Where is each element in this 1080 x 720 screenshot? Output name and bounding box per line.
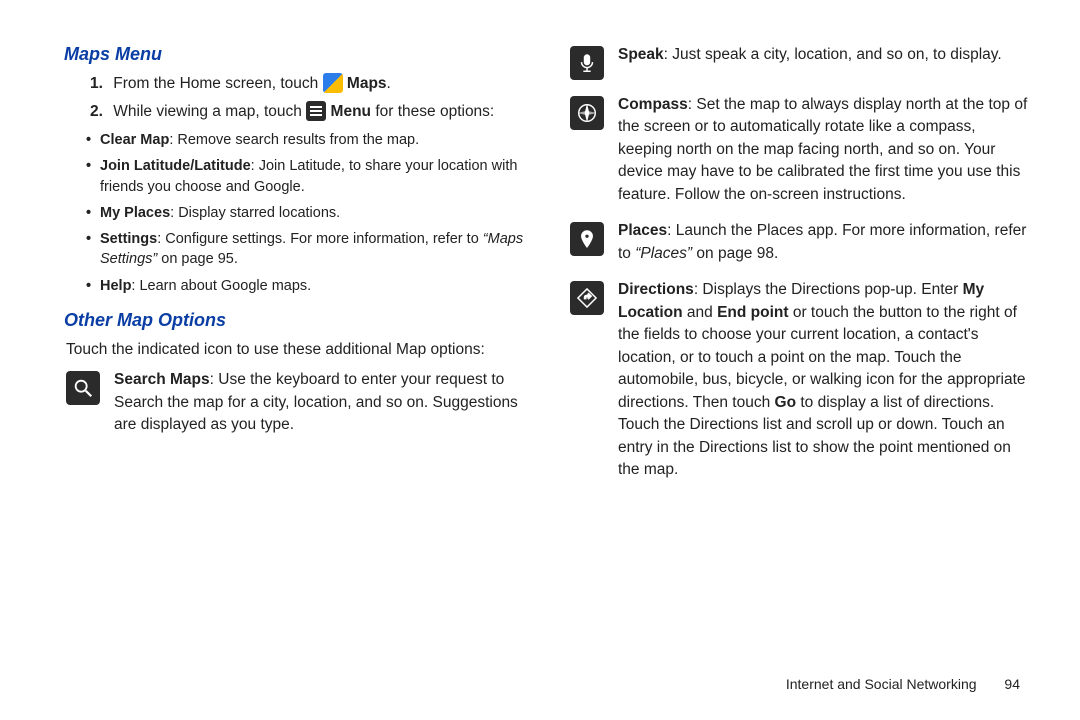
opt-settings: Settings: Configure settings. For more i…	[100, 229, 528, 270]
opt-join-latitude: Join Latitude/Latitude: Join Latitude, t…	[100, 156, 528, 197]
step-number: 2.	[90, 103, 103, 120]
microphone-icon	[570, 46, 604, 80]
opt-clear-map: Clear Map: Remove search results from th…	[100, 130, 528, 150]
speak-text: Speak: Just speak a city, location, and …	[618, 44, 1032, 66]
search-icon	[66, 371, 100, 405]
menu-icon	[306, 101, 326, 121]
compass-text: Compass: Set the map to always display n…	[618, 94, 1032, 206]
step-2: 2. While viewing a map, touch Menu for t…	[104, 101, 528, 123]
maps-app-icon	[323, 73, 343, 93]
numbered-steps: 1. From the Home screen, touch Maps. 2. …	[64, 73, 528, 124]
step-2-suffix: for these options:	[375, 103, 494, 120]
footer-section: Internet and Social Networking	[786, 676, 977, 692]
opt-help: Help: Learn about Google maps.	[100, 276, 528, 296]
manual-page: Maps Menu 1. From the Home screen, touch…	[0, 0, 1080, 516]
step-2-bold: Menu	[331, 103, 371, 120]
heading-maps-menu: Maps Menu	[64, 44, 528, 65]
places-pin-icon	[570, 222, 604, 256]
right-column: Speak: Just speak a city, location, and …	[568, 40, 1032, 496]
directions-text: Directions: Displays the Directions pop-…	[618, 279, 1032, 481]
step-number: 1.	[90, 75, 103, 92]
compass-icon	[570, 96, 604, 130]
heading-other-options: Other Map Options	[64, 310, 528, 331]
left-column: Maps Menu 1. From the Home screen, touch…	[64, 40, 528, 496]
step-1-text: From the Home screen, touch	[113, 75, 322, 92]
option-compass: Compass: Set the map to always display n…	[568, 94, 1032, 206]
directions-icon	[570, 281, 604, 315]
opt-my-places: My Places: Display starred locations.	[100, 203, 528, 223]
option-places: Places: Launch the Places app. For more …	[568, 220, 1032, 265]
page-footer: Internet and Social Networking 94	[786, 676, 1020, 692]
step-1-bold: Maps	[347, 75, 387, 92]
step-1: 1. From the Home screen, touch Maps.	[104, 73, 528, 95]
option-speak: Speak: Just speak a city, location, and …	[568, 44, 1032, 80]
option-search-maps: Search Maps: Use the keyboard to enter y…	[64, 369, 528, 436]
step-2-text: While viewing a map, touch	[113, 103, 306, 120]
menu-options-list: Clear Map: Remove search results from th…	[64, 130, 528, 296]
page-number: 94	[1004, 676, 1020, 692]
other-options-intro: Touch the indicated icon to use these ad…	[64, 339, 528, 361]
search-text: Search Maps: Use the keyboard to enter y…	[114, 369, 528, 436]
option-directions: Directions: Displays the Directions pop-…	[568, 279, 1032, 481]
places-text: Places: Launch the Places app. For more …	[618, 220, 1032, 265]
